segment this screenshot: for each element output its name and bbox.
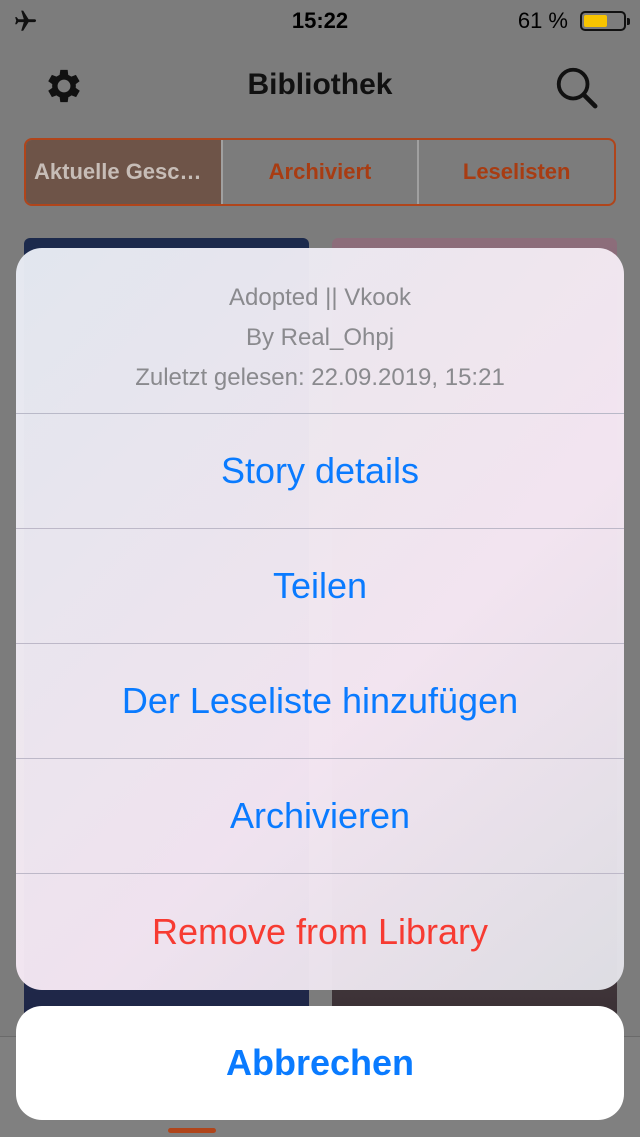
- page-title: Bibliothek: [247, 68, 393, 101]
- library-tabs: Aktuelle Gesc… Archiviert Leselisten: [24, 138, 616, 206]
- battery-fill: [584, 15, 607, 27]
- search-icon[interactable]: [553, 64, 599, 110]
- status-bar: 15:22 61 %: [0, 0, 640, 42]
- remove-from-library-button[interactable]: Remove from Library: [16, 874, 624, 989]
- cancel-button[interactable]: Abbrechen: [16, 1006, 624, 1120]
- share-button[interactable]: Teilen: [16, 529, 624, 644]
- tab-archived-label: Archiviert: [268, 159, 372, 184]
- tab-bar-indicator: [168, 1128, 216, 1133]
- story-title: Adopted || Vkook: [229, 284, 411, 311]
- tab-current-stories[interactable]: Aktuelle Gesc…: [26, 140, 223, 204]
- archive-button[interactable]: Archivieren: [16, 759, 624, 874]
- tab-archived[interactable]: Archiviert: [223, 140, 420, 204]
- battery-icon: [580, 11, 630, 31]
- tab-reading-lists-label: Leselisten: [462, 159, 571, 184]
- tab-current-stories-label: Aktuelle Gesc…: [34, 159, 202, 184]
- action-sheet-header: Adopted || Vkook By Real_Ohpj Zuletzt ge…: [16, 248, 624, 414]
- last-read: Zuletzt gelesen: 22.09.2019, 15:21: [135, 364, 505, 391]
- action-sheet: Adopted || Vkook By Real_Ohpj Zuletzt ge…: [16, 248, 624, 990]
- battery-percentage: 61 %: [517, 8, 568, 33]
- battery-nub: [627, 18, 630, 25]
- story-author: By Real_Ohpj: [245, 324, 395, 351]
- nav-header: Bibliothek: [0, 42, 640, 128]
- tab-reading-lists[interactable]: Leselisten: [419, 140, 614, 204]
- add-to-reading-list-button[interactable]: Der Leseliste hinzufügen: [16, 644, 624, 759]
- story-details-button[interactable]: Story details: [16, 414, 624, 529]
